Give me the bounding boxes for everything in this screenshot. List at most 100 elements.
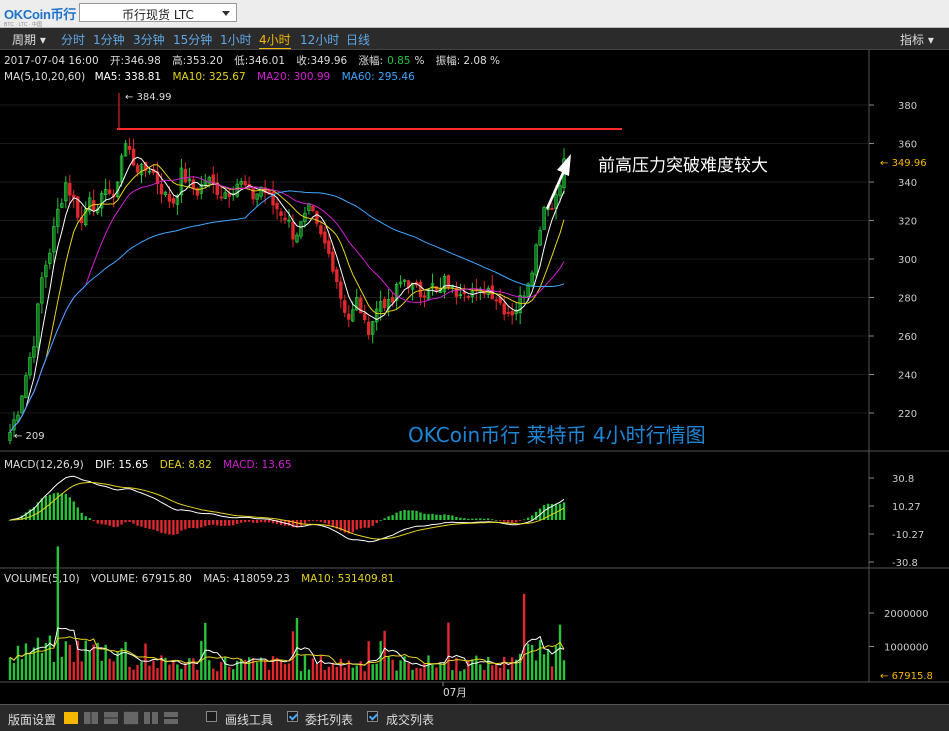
volume-bar — [36, 637, 40, 680]
price-tick-label: 220 — [898, 409, 917, 420]
draw-tools-checkbox[interactable] — [206, 711, 217, 722]
volume-bar — [455, 657, 458, 680]
tab-1min[interactable]: 1分钟 — [93, 31, 125, 48]
volume-bar — [176, 664, 179, 680]
candle-body — [422, 295, 427, 298]
macd-bar — [411, 510, 414, 520]
volume-bar — [100, 660, 103, 680]
layout-three-icon[interactable] — [123, 711, 139, 725]
macd-bar — [395, 512, 398, 520]
macd-bar — [455, 516, 458, 520]
candle-body — [550, 207, 554, 210]
macd-bar — [108, 520, 111, 526]
volume-bar — [48, 635, 52, 680]
layout-two-row-icon[interactable] — [104, 712, 118, 724]
tab-4hour[interactable]: 4小时 — [259, 31, 291, 49]
volume-bar — [52, 662, 56, 680]
macd-bar — [562, 502, 566, 520]
macd-bar — [375, 520, 378, 523]
draw-tools-label: 画线工具 — [225, 713, 274, 727]
volume-bar — [534, 660, 538, 680]
macd-bar — [439, 515, 442, 520]
candle-body — [347, 313, 351, 320]
layout-two-col-icon[interactable] — [84, 712, 98, 724]
price-axis: 380 360 340 320 300 280 260 240 220 — [869, 101, 917, 420]
macd-bar — [204, 520, 207, 527]
current-price-label: ← 349.96 — [880, 158, 927, 169]
macd-bar — [399, 511, 402, 520]
volume-bar — [208, 660, 211, 680]
tab-12hour[interactable]: 12小时 — [300, 31, 339, 48]
candle-body — [171, 198, 176, 204]
layout-four-icon[interactable] — [144, 712, 158, 724]
tab-1hour[interactable]: 1小时 — [220, 31, 252, 48]
macd-bar — [319, 520, 323, 522]
macd-bar — [84, 516, 87, 520]
macd-bar — [104, 520, 107, 525]
macd-bar — [259, 520, 263, 523]
macd-bar — [387, 516, 390, 520]
macd-bar — [231, 520, 235, 526]
layout-grid-icon[interactable] — [164, 712, 178, 724]
macd-bar — [212, 520, 215, 525]
candle-body — [382, 298, 387, 309]
tab-fenshi[interactable]: 分时 — [61, 31, 85, 48]
macd-bar — [423, 513, 426, 520]
macd-bar — [443, 514, 446, 520]
tab-15min[interactable]: 15分钟 — [173, 31, 212, 48]
macd-bar — [471, 518, 474, 520]
volume-bar — [395, 670, 398, 680]
ma5-line — [9, 156, 565, 433]
candle-body — [494, 299, 498, 302]
macd-bar — [156, 520, 159, 532]
macd-tick-label: 30.8 — [892, 474, 914, 485]
period-menu[interactable]: 周期 ▾ — [12, 31, 46, 48]
macd-bar — [558, 503, 562, 520]
kline-chart[interactable]: 2017-07-04 16:00 开:346.98 高:353.20 低:346… — [0, 50, 949, 704]
volume-bar — [431, 664, 434, 680]
volume-bar — [538, 640, 542, 680]
volume-bar — [415, 667, 418, 680]
macd-bar — [235, 520, 239, 524]
macd-bar — [327, 520, 331, 525]
layout-settings-label: 版面设置 — [8, 713, 57, 727]
macd-bar — [507, 520, 510, 523]
macd-bar — [499, 520, 502, 521]
layout-single-icon[interactable] — [64, 712, 78, 724]
macd-bar — [116, 520, 119, 527]
orders-checkbox[interactable] — [287, 711, 298, 722]
price-tick-label: 300 — [898, 255, 917, 266]
ma60-line — [9, 190, 565, 433]
volume-bar — [351, 667, 354, 680]
macd-bar — [152, 520, 155, 530]
macd-bar — [431, 513, 434, 520]
volume-bar — [172, 661, 175, 680]
trades-checkbox[interactable] — [367, 711, 378, 722]
candle-body — [68, 182, 72, 196]
volume-bar — [550, 666, 554, 680]
macd-bar — [136, 520, 139, 526]
volume-legend: VOLUME(5,10) VOLUME: 67915.80 MA5: 41805… — [4, 573, 394, 585]
indicators-menu[interactable]: 指标 ▾ — [900, 31, 934, 48]
macd-line — [9, 475, 565, 543]
macd-bar — [192, 520, 195, 529]
tab-3min[interactable]: 3分钟 — [133, 31, 165, 48]
macd-bar — [315, 520, 319, 521]
symbol-select[interactable]: 币行现货 LTC — [79, 3, 237, 22]
volume-bar — [140, 661, 143, 680]
volume-bar — [499, 667, 502, 680]
volume-bar — [459, 671, 462, 680]
volume-bar — [319, 655, 323, 680]
macd-bar — [267, 520, 271, 523]
volume-bar — [367, 641, 370, 680]
macd-bar — [239, 520, 243, 523]
macd-bar — [459, 517, 462, 520]
candle-body — [127, 145, 132, 150]
macd-bar — [299, 520, 303, 526]
tab-daily[interactable]: 日线 — [346, 31, 370, 48]
macd-bar — [510, 520, 514, 523]
macd-bar — [311, 520, 315, 521]
volume-bar — [20, 659, 24, 680]
candle-body — [363, 312, 367, 320]
candle-body — [283, 217, 287, 221]
